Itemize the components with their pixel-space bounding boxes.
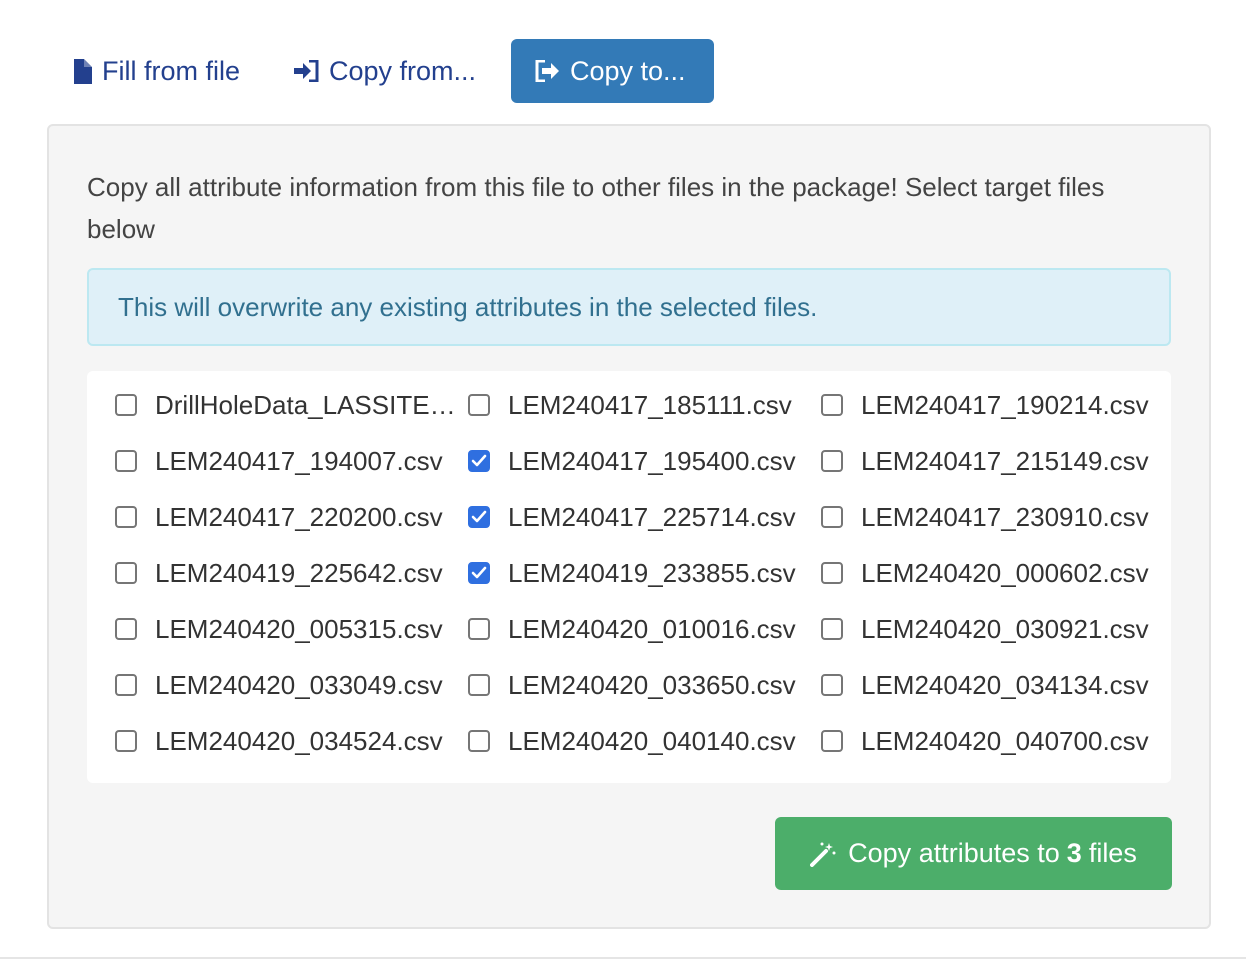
file-checkbox-item[interactable]: LEM240420_000602.csv	[821, 545, 1161, 601]
file-grid: DrillHoleData_LASSITER_2024.csv LEM240417…	[115, 371, 1161, 769]
file-name: LEM240417_225714.csv	[508, 501, 796, 532]
intro-text: Copy all attribute information from this…	[87, 172, 1105, 244]
file-icon	[72, 58, 92, 84]
file-checkbox-item[interactable]: LEM240420_034524.csv	[115, 713, 468, 769]
copy-button-prefix: Copy attributes to	[848, 838, 1060, 868]
file-checkbox-item[interactable]: LEM240417_190214.csv	[821, 377, 1161, 433]
overwrite-warning: This will overwrite any existing attribu…	[87, 268, 1171, 346]
file-name: DrillHoleData_LASSITER_2024.csv	[155, 389, 457, 420]
checkbox[interactable]	[115, 730, 137, 752]
checkbox[interactable]	[115, 394, 137, 416]
file-name: LEM240419_225642.csv	[155, 557, 443, 588]
file-name: LEM240420_005315.csv	[155, 613, 443, 644]
file-checkbox-item[interactable]: LEM240420_005315.csv	[115, 601, 468, 657]
file-list: DrillHoleData_LASSITER_2024.csv LEM240417…	[87, 371, 1171, 783]
file-checkbox-item[interactable]: LEM240417_215149.csv	[821, 433, 1161, 489]
tab-label: Copy to...	[570, 55, 686, 86]
checkbox-checked[interactable]	[468, 506, 490, 528]
checkbox[interactable]	[468, 674, 490, 696]
file-name: LEM240420_030921.csv	[861, 613, 1149, 644]
checkbox-checked[interactable]	[468, 450, 490, 472]
checkbox[interactable]	[115, 618, 137, 640]
checkbox[interactable]	[115, 562, 137, 584]
file-checkbox-item[interactable]: LEM240420_040700.csv	[821, 713, 1161, 769]
file-checkbox-item[interactable]: LEM240419_233855.csv	[468, 545, 821, 601]
file-name: LEM240420_033650.csv	[508, 669, 796, 700]
divider	[0, 957, 1246, 959]
tab-copy-to[interactable]: Copy to...	[511, 39, 714, 103]
file-checkbox-item[interactable]: LEM240420_033650.csv	[468, 657, 821, 713]
file-checkbox-item[interactable]: LEM240419_225642.csv	[115, 545, 468, 601]
checkbox[interactable]	[115, 506, 137, 528]
checkbox[interactable]	[115, 450, 137, 472]
checkbox[interactable]	[821, 674, 843, 696]
checkbox[interactable]	[821, 394, 843, 416]
tab-label: Fill from file	[102, 55, 241, 86]
magic-wand-icon	[810, 841, 836, 867]
file-checkbox-item[interactable]: LEM240420_033049.csv	[115, 657, 468, 713]
copy-attributes-button[interactable]: Copy attributes to 3 files	[775, 817, 1172, 890]
file-checkbox-item[interactable]: LEM240417_194007.csv	[115, 433, 468, 489]
file-checkbox-item[interactable]: LEM240420_010016.csv	[468, 601, 821, 657]
tab-copy-from[interactable]: Copy from...	[266, 39, 511, 103]
tab-bar: Fill from file Copy from... Copy to...	[58, 39, 714, 103]
file-name: LEM240417_194007.csv	[155, 445, 443, 476]
checkbox[interactable]	[821, 450, 843, 472]
checkbox[interactable]	[468, 618, 490, 640]
copy-button-suffix: files	[1088, 838, 1137, 868]
file-name: LEM240420_000602.csv	[861, 557, 1149, 588]
file-checkbox-item[interactable]: LEM240420_040140.csv	[468, 713, 821, 769]
file-name: LEM240417_230910.csv	[861, 501, 1149, 532]
file-name: LEM240417_190214.csv	[861, 389, 1149, 420]
file-checkbox-item[interactable]: LEM240417_225714.csv	[468, 489, 821, 545]
file-name: LEM240417_195400.csv	[508, 445, 796, 476]
file-name: LEM240420_033049.csv	[155, 669, 443, 700]
sign-in-icon	[294, 60, 319, 82]
file-name: LEM240417_185111.csv	[508, 389, 792, 420]
file-checkbox-item[interactable]: LEM240420_030921.csv	[821, 601, 1161, 657]
checkbox[interactable]	[821, 506, 843, 528]
share-out-icon	[535, 60, 560, 82]
tab-label: Copy from...	[329, 55, 477, 86]
file-name: LEM240417_220200.csv	[155, 501, 443, 532]
selected-count: 3	[1066, 838, 1082, 868]
file-checkbox-item[interactable]: LEM240420_034134.csv	[821, 657, 1161, 713]
file-checkbox-item[interactable]: DrillHoleData_LASSITER_2024.csv	[115, 377, 468, 433]
checkbox[interactable]	[821, 730, 843, 752]
file-checkbox-item[interactable]: LEM240417_230910.csv	[821, 489, 1161, 545]
file-name: LEM240417_215149.csv	[861, 445, 1149, 476]
copy-to-panel: Copy all attribute information from this…	[47, 124, 1211, 929]
file-name: LEM240420_040140.csv	[508, 725, 796, 756]
file-checkbox-item[interactable]: LEM240417_195400.csv	[468, 433, 821, 489]
tab-fill-from-file[interactable]: Fill from file	[58, 39, 258, 103]
file-name: LEM240420_034524.csv	[155, 725, 443, 756]
checkbox[interactable]	[468, 730, 490, 752]
file-checkbox-item[interactable]: LEM240417_220200.csv	[115, 489, 468, 545]
checkbox[interactable]	[115, 674, 137, 696]
file-name: LEM240420_034134.csv	[861, 669, 1149, 700]
file-name: LEM240419_233855.csv	[508, 557, 796, 588]
checkbox[interactable]	[821, 562, 843, 584]
file-checkbox-item[interactable]: LEM240417_185111.csv	[468, 377, 821, 433]
file-name: LEM240420_040700.csv	[861, 725, 1149, 756]
alert-text: This will overwrite any existing attribu…	[118, 291, 818, 322]
checkbox[interactable]	[821, 618, 843, 640]
file-name: LEM240420_010016.csv	[508, 613, 796, 644]
checkbox-checked[interactable]	[468, 562, 490, 584]
checkbox[interactable]	[468, 394, 490, 416]
